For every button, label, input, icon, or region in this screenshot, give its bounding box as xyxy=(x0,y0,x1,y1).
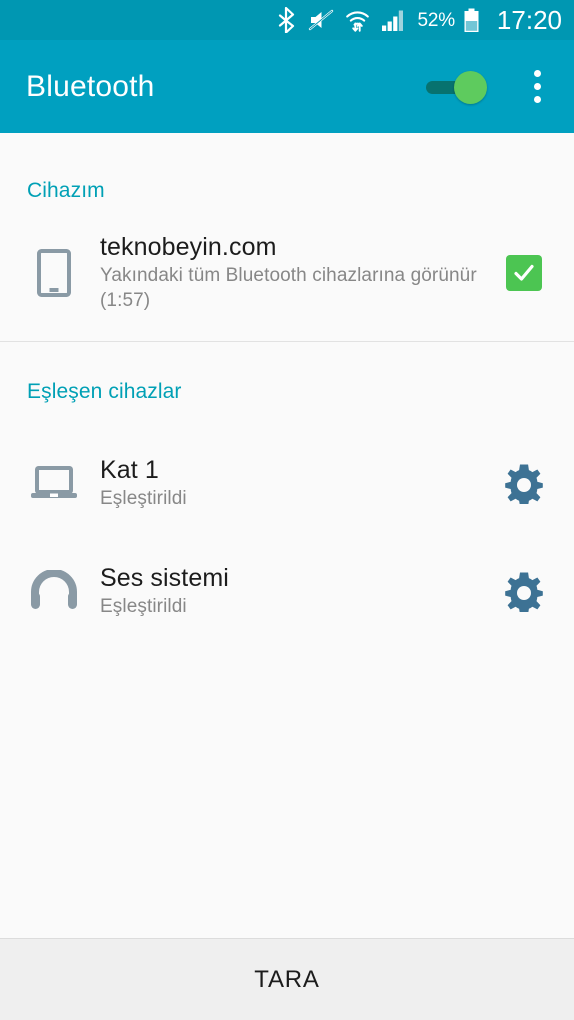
my-device-row[interactable]: teknobeyin.com Yakındaki tüm Bluetooth c… xyxy=(0,225,574,321)
my-device-name: teknobeyin.com xyxy=(100,232,277,261)
page-title: Bluetooth xyxy=(26,69,155,103)
cellular-signal-icon xyxy=(382,10,404,31)
overflow-dot xyxy=(533,96,541,103)
paired-device-status: Eşleştirildi xyxy=(100,596,187,618)
visibility-checkbox[interactable] xyxy=(498,255,550,291)
bluetooth-icon xyxy=(279,7,295,33)
phone-icon xyxy=(26,249,82,297)
status-bar: 52% 17:20 xyxy=(0,0,574,40)
paired-device-row[interactable]: Ses sistemi Eşleştirildi xyxy=(0,548,574,636)
scan-button[interactable]: TARA xyxy=(0,938,574,1020)
volume-muted-icon xyxy=(309,9,334,31)
overflow-dot xyxy=(533,83,541,90)
battery-icon xyxy=(464,8,479,32)
toggle-thumb xyxy=(454,70,487,104)
section-header-my-device: Cihazım xyxy=(27,179,105,202)
paired-device-status: Eşleştirildi xyxy=(100,488,187,510)
wifi-transfer-icon xyxy=(346,10,370,32)
paired-device-row[interactable]: Kat 1 Eşleştirildi xyxy=(0,440,574,528)
checkbox-checked-box xyxy=(506,255,542,291)
bluetooth-toggle[interactable] xyxy=(426,67,494,107)
status-bar-clock: 17:20 xyxy=(496,5,562,35)
device-settings-gear[interactable] xyxy=(498,572,550,612)
paired-device-texts: Kat 1 Eşleştirildi xyxy=(82,456,498,512)
paired-device-texts: Ses sistemi Eşleştirildi xyxy=(82,564,498,620)
scan-button-label: TARA xyxy=(254,965,320,993)
check-icon xyxy=(514,264,534,281)
section-header-paired-devices: Eşleşen cihazlar xyxy=(27,380,182,403)
battery-percent-label: 52% xyxy=(417,9,455,31)
bluetooth-device-list: Cihazım teknobeyin.com Yakındaki tüm Blu… xyxy=(0,133,574,938)
gear-icon xyxy=(505,572,543,612)
paired-device-name: Ses sistemi xyxy=(100,564,229,593)
headphones-icon xyxy=(26,570,82,614)
status-bar-icons: 52% 17:20 xyxy=(277,7,562,33)
my-device-status: Yakındaki tüm Bluetooth cihazlarına görü… xyxy=(100,264,477,311)
overflow-menu-icon[interactable] xyxy=(520,61,554,113)
paired-device-name: Kat 1 xyxy=(100,456,159,485)
laptop-icon xyxy=(26,465,82,503)
app-bar: Bluetooth xyxy=(0,40,574,133)
gear-icon xyxy=(505,464,543,504)
my-device-texts: teknobeyin.com Yakındaki tüm Bluetooth c… xyxy=(82,233,498,313)
device-settings-gear[interactable] xyxy=(498,464,550,504)
overflow-dot xyxy=(533,70,541,77)
